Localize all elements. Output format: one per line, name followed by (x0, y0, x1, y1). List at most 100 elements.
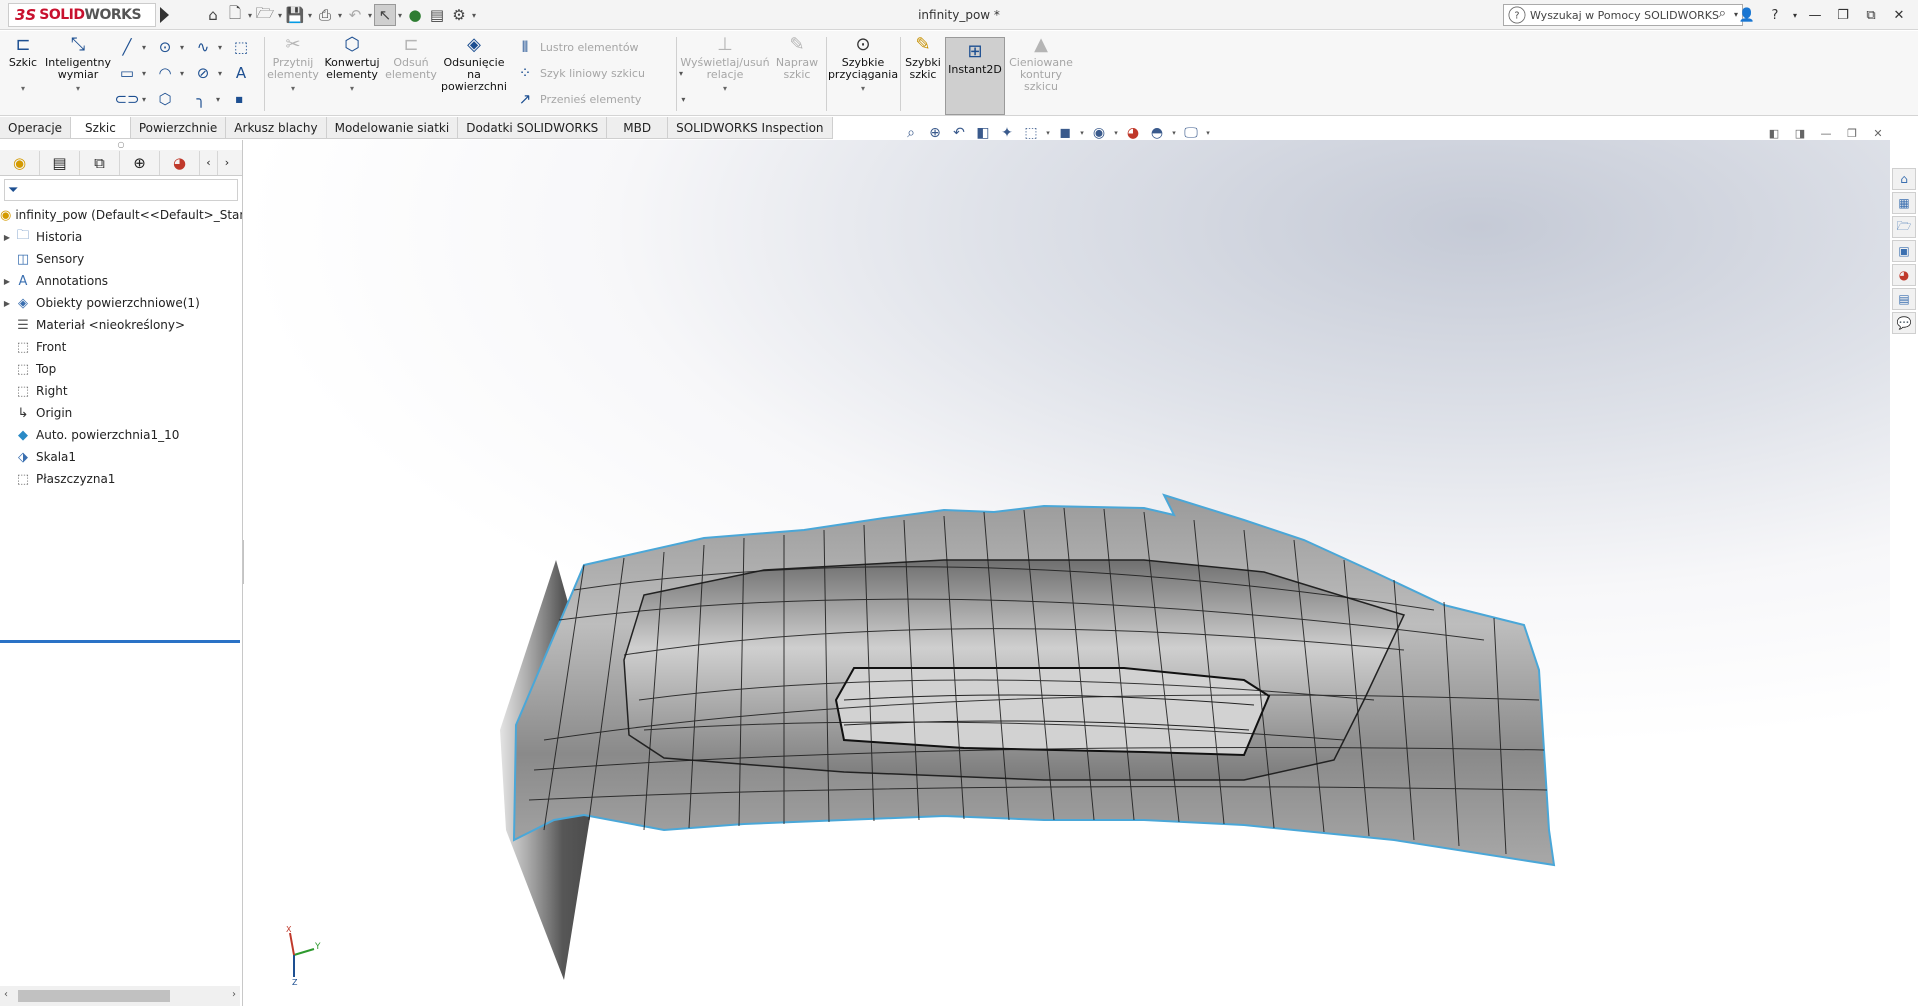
move-entities-button[interactable]: ↗ Przenieś elementy ▾ (514, 89, 689, 109)
tree-item-skala1[interactable]: ⬗ Skala1 (0, 446, 242, 468)
tree-item-annotations[interactable]: ▶ A Annotations (0, 270, 242, 292)
select-dropdown-icon[interactable]: ▾ (396, 4, 404, 26)
rollback-bar[interactable] (0, 640, 240, 643)
menu-expand-arrow-icon[interactable] (160, 7, 169, 23)
scroll-left-arrow-icon[interactable]: ‹ (4, 989, 8, 1000)
solidworks-resources-icon[interactable]: ⌂ (1892, 168, 1916, 190)
panel-grip-icon[interactable]: ○ (0, 140, 242, 150)
tree-item-material[interactable]: ☰ Materiał <nieokreślony> (0, 314, 242, 336)
forum-icon[interactable]: 💬 (1892, 312, 1916, 334)
save-icon[interactable]: 💾 (284, 4, 306, 26)
feature-manager-tab-icon[interactable]: ◉ (0, 150, 40, 175)
tab-solidworks-inspection[interactable]: SOLIDWORKS Inspection (668, 117, 833, 139)
appearances-scenes-icon[interactable]: ◕ (1892, 264, 1916, 286)
spline-dropdown-icon[interactable]: ▾ (218, 43, 226, 52)
doc-close-icon[interactable]: ✕ (1868, 124, 1888, 142)
surface-model[interactable] (244, 140, 1890, 1006)
view-orientation-dropdown-icon[interactable]: ▾ (1044, 122, 1052, 144)
traffic-light-icon[interactable]: ● (404, 4, 426, 26)
select-icon[interactable]: ↖ (374, 4, 396, 26)
trim-entities-button[interactable]: ✂ Przytnij elementy ▾ (267, 33, 319, 95)
slot-icon[interactable]: ⊂⊃ (114, 89, 139, 109)
open-dropdown-icon[interactable]: ▾ (276, 4, 284, 26)
view-palette-icon[interactable]: ▣ (1892, 240, 1916, 262)
search-input[interactable]: Wyszukaj w Pomocy SOLIDWORKS (1530, 9, 1719, 22)
fillet-icon[interactable]: ╮ (190, 89, 212, 109)
tab-powierzchnie[interactable]: Powierzchnie (130, 117, 227, 139)
section-view-icon[interactable]: ◧ (972, 122, 994, 144)
display-relations-button[interactable]: ⊥ Wyświetlaj/usuń relacje ▾ (680, 33, 770, 95)
save-dropdown-icon[interactable]: ▾ (306, 4, 314, 26)
property-manager-tab-icon[interactable]: ▤ (40, 150, 80, 175)
rectangle-icon[interactable]: ▭ (116, 63, 138, 83)
scroll-right-arrow-icon[interactable]: › (232, 989, 236, 1000)
expand-arrow-icon[interactable]: ▶ (0, 233, 14, 242)
new-file-dropdown-icon[interactable]: ▾ (246, 4, 254, 26)
display-style-icon[interactable]: ◼ (1054, 122, 1076, 144)
solidworks-logo[interactable]: 3S SOLIDWORKS (8, 3, 156, 27)
linear-pattern-button[interactable]: ⁘ Szyk liniowy szkicu ▾ (514, 63, 687, 83)
search-icon[interactable]: ⌕ (1719, 6, 1726, 21)
arc-dropdown-icon[interactable]: ▾ (180, 69, 188, 78)
help-dropdown-icon[interactable]: ▾ (1790, 4, 1800, 26)
tree-item-origin[interactable]: ↳ Origin (0, 402, 242, 424)
undo-dropdown-icon[interactable]: ▾ (366, 4, 374, 26)
offset-entities-button[interactable]: ⊏ Odsuń elementy (385, 33, 437, 81)
view-settings-dropdown-icon[interactable]: ▾ (1204, 122, 1212, 144)
line-icon[interactable]: ╱ (116, 37, 138, 57)
new-file-icon[interactable]: 🗋 (224, 4, 246, 26)
graphics-area[interactable]: Y X Z (244, 140, 1890, 1006)
file-props-icon[interactable]: ▤ (426, 4, 448, 26)
tile-left-icon[interactable]: ◧ (1764, 124, 1784, 142)
zoom-to-fit-icon[interactable]: ⌕ (900, 122, 922, 144)
tree-item-top[interactable]: ⬚ Top (0, 358, 242, 380)
sketch-dropdown-icon[interactable]: ▾ (21, 83, 25, 95)
instant2d-button[interactable]: ⊞ Instant2D (945, 37, 1005, 115)
dimxpert-manager-tab-icon[interactable]: ⊕ (120, 150, 160, 175)
quick-snaps-button[interactable]: ⊙ Szybkie przyciągania ▾ (828, 33, 898, 95)
dynamic-annotation-icon[interactable]: ✦ (996, 122, 1018, 144)
scroll-left-icon[interactable]: ‹ (200, 150, 218, 175)
zoom-to-area-icon[interactable]: ⊕ (924, 122, 946, 144)
smart-dimension-button[interactable]: ⤡ Inteligentny wymiar ▾ (42, 33, 114, 95)
scrollbar-thumb[interactable] (18, 990, 170, 1002)
line-dropdown-icon[interactable]: ▾ (142, 43, 150, 52)
tab-arkusz-blachy[interactable]: Arkusz blachy (226, 117, 327, 139)
convert-dropdown-icon[interactable]: ▾ (350, 83, 354, 95)
doc-restore-icon[interactable]: ❐ (1842, 124, 1862, 142)
tree-item-front[interactable]: ⬚ Front (0, 336, 242, 358)
display-manager-tab-icon[interactable]: ◕ (160, 150, 200, 175)
hide-show-items-icon[interactable]: ◉ (1088, 122, 1110, 144)
display-style-dropdown-icon[interactable]: ▾ (1078, 122, 1086, 144)
tree-item-surface-bodies[interactable]: ▶ ◈ Obiekty powierzchniowe(1) (0, 292, 242, 314)
quick-snaps-dropdown-icon[interactable]: ▾ (861, 83, 865, 95)
ellipse-dropdown-icon[interactable]: ▾ (218, 69, 226, 78)
open-icon[interactable]: 🗁 (254, 4, 276, 26)
apply-scene-dropdown-icon[interactable]: ▾ (1170, 122, 1178, 144)
user-icon[interactable]: 👤 (1734, 4, 1760, 26)
previous-view-icon[interactable]: ↶ (948, 122, 970, 144)
construction-geometry-icon[interactable]: ⬚ (230, 37, 252, 57)
configuration-manager-tab-icon[interactable]: ⧉ (80, 150, 120, 175)
help-search-box[interactable]: ? Wyszukaj w Pomocy SOLIDWORKS ⌕ ▾ (1503, 4, 1743, 26)
file-explorer-icon[interactable]: 🗁 (1892, 216, 1916, 238)
circle-icon[interactable]: ⊙ (154, 37, 176, 57)
tree-horizontal-scrollbar[interactable]: ‹ › (0, 986, 240, 1006)
convert-entities-button[interactable]: ⬡ Konwertuj elementy ▾ (320, 33, 384, 95)
options-dropdown-icon[interactable]: ▾ (470, 4, 478, 26)
fillet-dropdown-icon[interactable]: ▾ (216, 95, 224, 104)
home-icon[interactable]: ⌂ (202, 4, 224, 26)
expand-arrow-icon[interactable]: ▶ (0, 299, 14, 308)
help-button[interactable]: ? (1762, 4, 1788, 26)
trim-dropdown-icon[interactable]: ▾ (291, 83, 295, 95)
doc-minimize-icon[interactable]: — (1816, 124, 1836, 142)
expand-arrow-icon[interactable]: ▶ (0, 277, 14, 286)
slot-dropdown-icon[interactable]: ▾ (142, 95, 150, 104)
options-icon[interactable]: ⚙ (448, 4, 470, 26)
tree-item-plaszczyzna1[interactable]: ⬚ Płaszczyzna1 (0, 468, 242, 490)
point-icon[interactable]: ■ (228, 89, 250, 109)
tree-item-right[interactable]: ⬚ Right (0, 380, 242, 402)
tree-root-part[interactable]: ◉ infinity_pow (Default<<Default>_Stan w (0, 204, 242, 226)
undo-icon[interactable]: ↶ (344, 4, 366, 26)
minimize-icon[interactable]: — (1802, 4, 1828, 26)
